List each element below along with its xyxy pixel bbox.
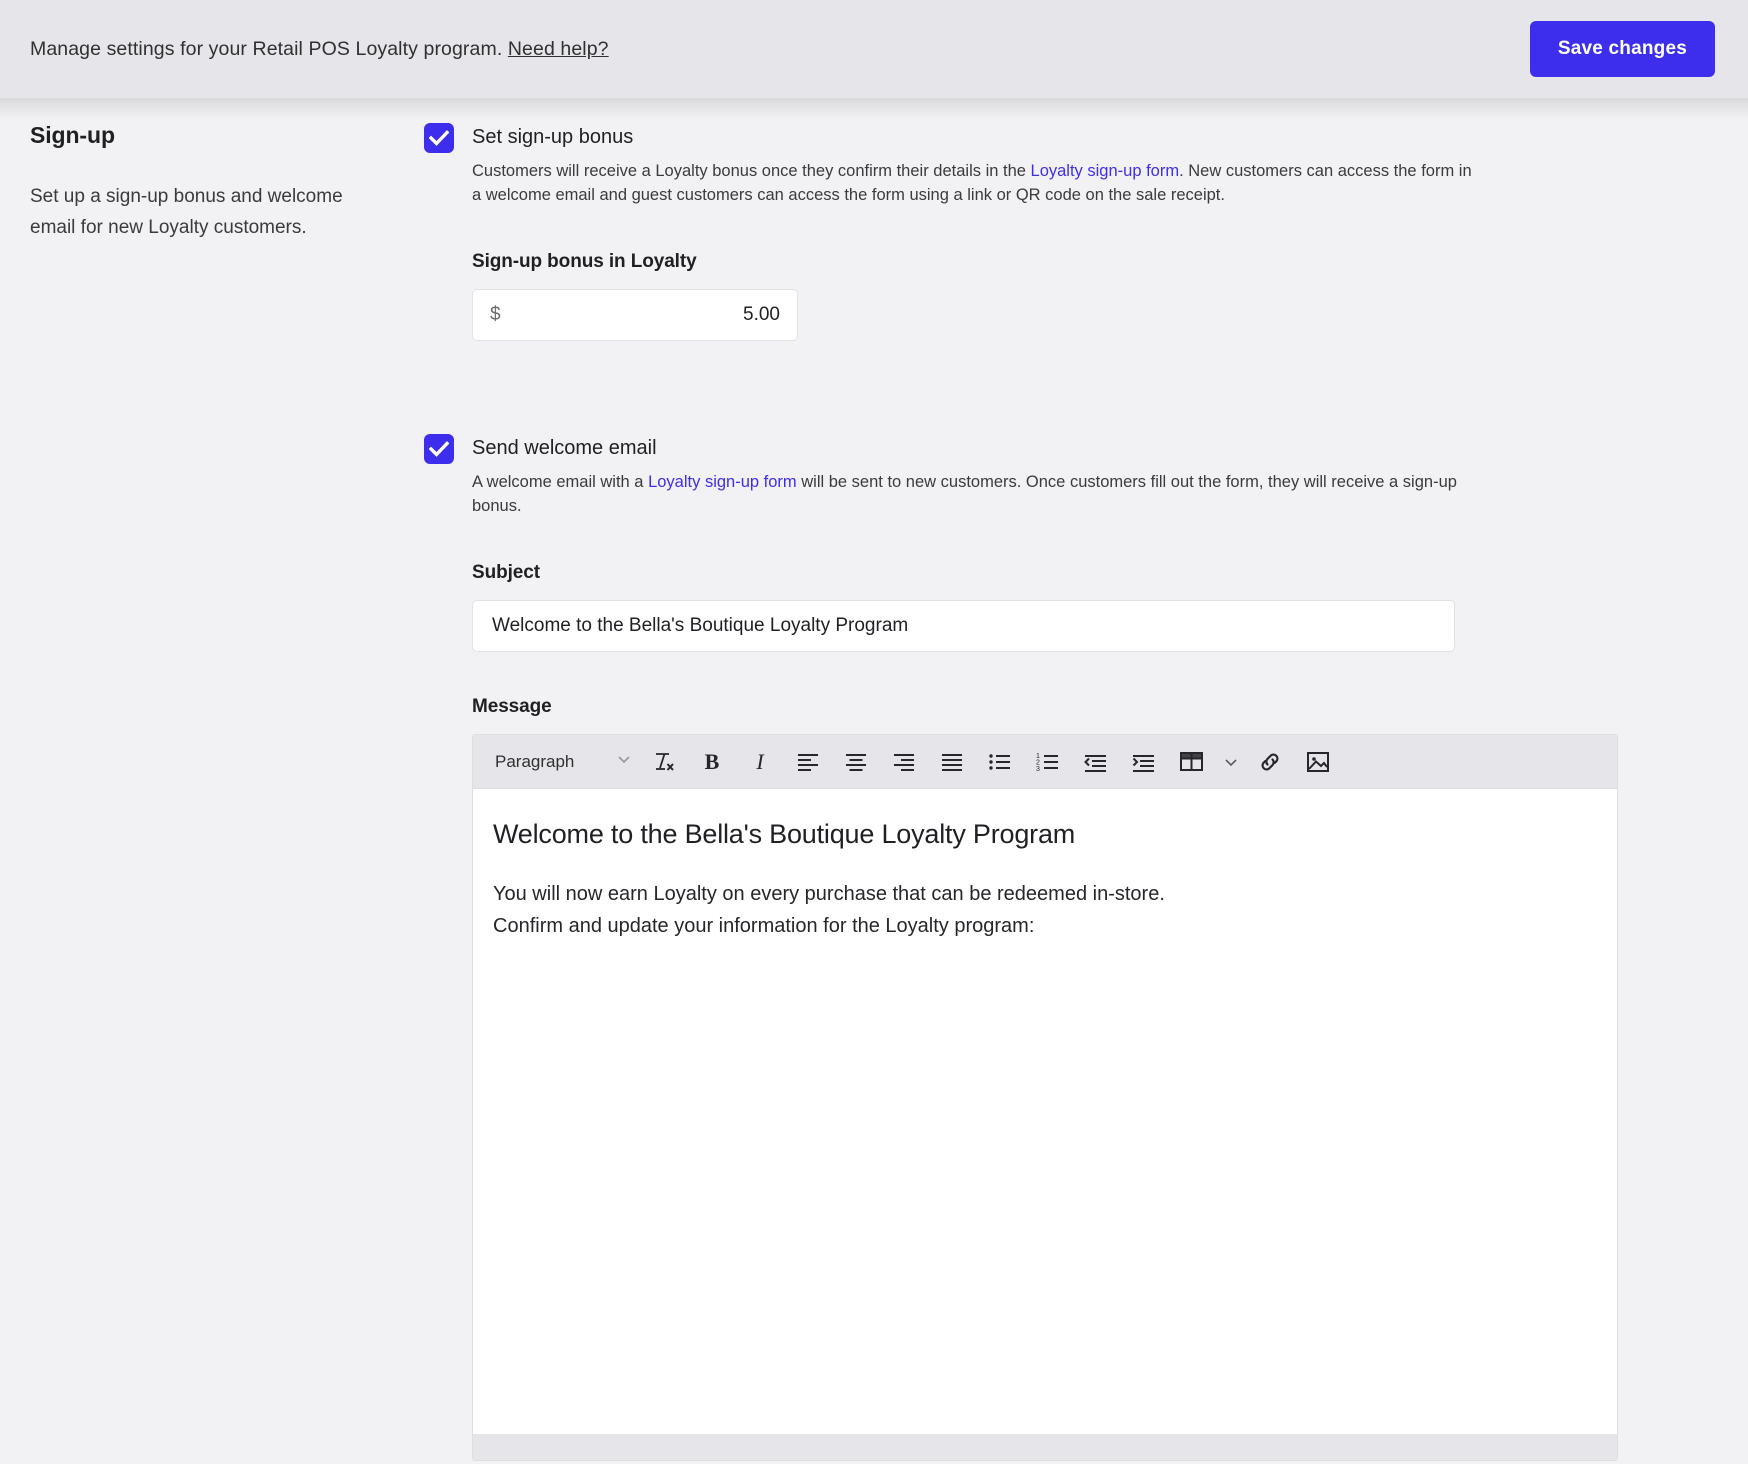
align-justify-button[interactable] [931,742,973,782]
send-welcome-email-description: A welcome email with a Loyalty sign-up f… [472,470,1472,518]
numbered-list-icon: 1 2 3 [1035,749,1061,775]
table-chevron-down-icon [1223,754,1239,770]
message-field-label: Message [472,696,552,717]
set-signup-bonus-description: Customers will receive a Loyalty bonus o… [472,159,1472,207]
set-signup-bonus-label[interactable]: Set sign-up bonus [472,122,1718,152]
editor-heading: Welcome to the Bella's Boutique Loyalty … [493,819,1076,849]
clear-formatting-button[interactable] [643,742,685,782]
topbar-message-text: Manage settings for your Retail POS Loya… [30,37,503,60]
top-bar: Manage settings for your Retail POS Loya… [0,0,1748,120]
subject-field-label: Subject [472,562,540,583]
section-left-column: Sign-up Set up a sign-up bonus and welco… [0,122,424,1461]
message-rich-text-editor: Paragraph B I 1 2 3 Welcome to the Bella… [472,734,1618,1461]
signup-desc-part1: Customers will receive a Loyalty bonus o… [472,162,1031,180]
send-welcome-email-row: Send welcome email A welcome email with … [424,433,1718,518]
align-right-icon [891,749,917,775]
editor-paragraph-2: Confirm and update your information for … [493,915,1035,937]
align-center-button[interactable] [835,742,877,782]
send-welcome-email-checkbox[interactable] [424,434,454,464]
table-button[interactable] [1171,742,1213,782]
indent-icon [1131,749,1157,775]
set-signup-bonus-row: Set sign-up bonus Customers will receive… [424,122,1718,207]
subject-field-block: Subject Welcome to the Bella's Boutique … [472,562,1718,652]
block-format-value: Paragraph [495,751,575,771]
set-signup-bonus-checkbox[interactable] [424,123,454,153]
editor-status-bar [473,1434,1617,1460]
align-justify-icon [939,749,965,775]
loyalty-signup-form-link[interactable]: Loyalty sign-up form [1031,162,1180,180]
chevron-down-icon [616,751,632,772]
table-icon [1179,750,1205,774]
align-right-button[interactable] [883,742,925,782]
signup-bonus-field-block: Sign-up bonus in Loyalty $ 5.00 [472,251,1718,341]
clear-formatting-icon [652,750,676,774]
align-left-icon [795,749,821,775]
numbered-list-button[interactable]: 1 2 3 [1027,742,1069,782]
currency-symbol: $ [490,304,501,325]
bold-button[interactable]: B [691,742,733,782]
checkmark-icon [429,441,449,457]
need-help-link[interactable]: Need help? [508,38,609,60]
message-field-block: Message Paragraph B I 1 2 3 Welcome to t… [472,696,1718,1461]
signup-bonus-amount-input[interactable]: $ 5.00 [472,289,798,341]
bullet-list-icon [987,749,1013,775]
page-title: Sign-up [30,122,115,148]
insert-link-button[interactable] [1249,742,1291,782]
table-dropdown-button[interactable] [1216,742,1246,782]
image-icon [1305,749,1331,775]
block-format-select[interactable]: Paragraph [485,744,640,780]
set-signup-bonus-body: Set sign-up bonus Customers will receive… [472,122,1718,207]
signup-bonus-field-label: Sign-up bonus in Loyalty [472,251,697,272]
editor-paragraph-1: You will now earn Loyalty on every purch… [493,883,1165,905]
settings-page: Sign-up Set up a sign-up bonus and welco… [0,98,1748,1461]
outdent-button[interactable] [1075,742,1117,782]
loyalty-signup-form-link[interactable]: Loyalty sign-up form [648,473,797,491]
save-changes-button[interactable]: Save changes [1529,21,1715,77]
italic-button[interactable]: I [739,742,781,782]
editor-toolbar: Paragraph B I 1 2 3 [473,735,1617,789]
svg-text:3: 3 [1036,766,1040,773]
subject-input[interactable]: Welcome to the Bella's Boutique Loyalty … [472,600,1455,652]
signup-section: Sign-up Set up a sign-up bonus and welco… [0,98,1748,1461]
send-welcome-email-body: Send welcome email A welcome email with … [472,433,1718,518]
section-description: Set up a sign-up bonus and welcome email… [30,186,343,238]
indent-button[interactable] [1123,742,1165,782]
section-right-column: Set sign-up bonus Customers will receive… [424,122,1748,1461]
link-icon [1257,749,1283,775]
align-center-icon [843,749,869,775]
welcome-desc-part1: A welcome email with a [472,473,649,491]
signup-bonus-amount-value: 5.00 [743,304,780,325]
outdent-icon [1083,749,1109,775]
checkmark-icon [429,130,449,146]
bullet-list-button[interactable] [979,742,1021,782]
topbar-message: Manage settings for your Retail POS Loya… [30,38,609,61]
send-welcome-email-label[interactable]: Send welcome email [472,433,1718,463]
align-left-button[interactable] [787,742,829,782]
insert-image-button[interactable] [1297,742,1339,782]
editor-content-area[interactable]: Welcome to the Bella's Boutique Loyalty … [473,789,1617,1434]
